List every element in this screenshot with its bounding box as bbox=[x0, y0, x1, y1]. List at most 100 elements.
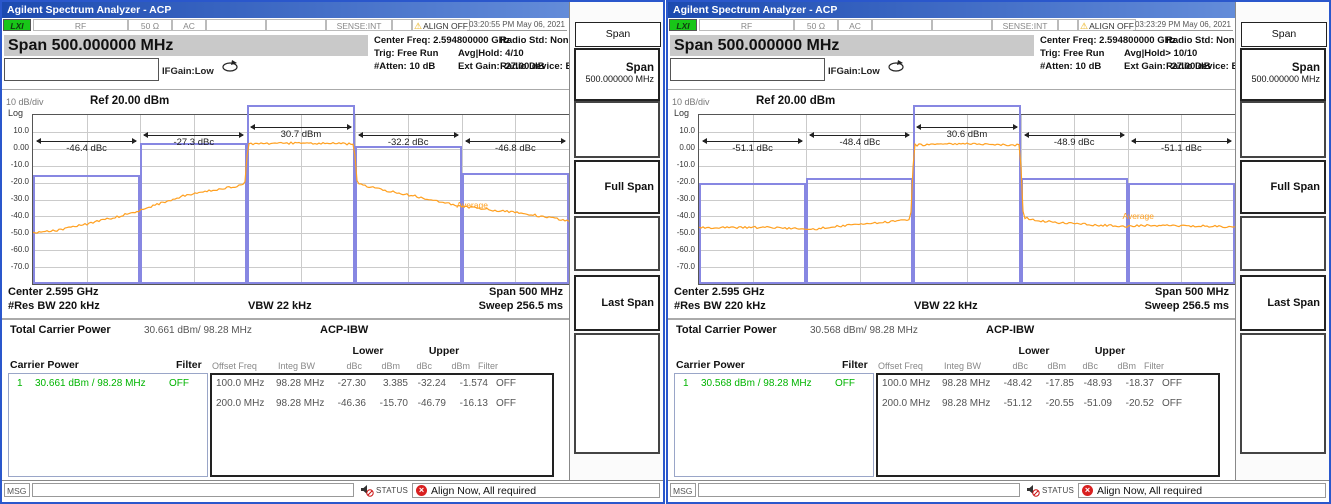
upper-group-header: Upper bbox=[414, 345, 474, 357]
entry-field[interactable] bbox=[670, 58, 825, 81]
status-label: STATUS bbox=[376, 486, 408, 495]
col-integ-bw: Integ BW bbox=[944, 361, 981, 371]
carrier-power-header: Carrier Power bbox=[676, 359, 745, 371]
upper-dbm-cell: -18.37 bbox=[1114, 378, 1154, 389]
integ-bw-cell: 98.28 MHz bbox=[942, 398, 996, 409]
filter-cell: OFF bbox=[1162, 398, 1182, 409]
total-carrier-power-value: 30.661 dBm/ 98.28 MHz bbox=[144, 325, 252, 336]
y-tick-label: -20.0 bbox=[677, 177, 695, 186]
window-title: Agilent Spectrum Analyzer - ACP bbox=[673, 4, 837, 16]
col-filter: Filter bbox=[478, 361, 498, 371]
lxi-badge: LXI bbox=[669, 19, 697, 31]
span-readout: Span 500 MHz bbox=[489, 286, 563, 298]
carrier-filter: OFF bbox=[835, 378, 855, 389]
filter-header: Filter bbox=[842, 359, 868, 371]
error-icon: × bbox=[1082, 485, 1093, 496]
softkey-full-span[interactable]: Full Span bbox=[574, 160, 660, 214]
status-rf: RF bbox=[699, 19, 794, 31]
softkey-blank-2[interactable] bbox=[1240, 216, 1326, 271]
res-bw-readout: #Res BW 220 kHz bbox=[674, 300, 766, 312]
y-tick-label: -50.0 bbox=[677, 228, 695, 237]
lxi-badge: LXI bbox=[3, 19, 31, 31]
active-function-readout: Span 500.000000 MHz bbox=[670, 35, 1034, 56]
total-carrier-power-value: 30.568 dBm/ 98.28 MHz bbox=[810, 325, 918, 336]
y-tick-label: -70.0 bbox=[677, 262, 695, 271]
col-integ-bw: Integ BW bbox=[278, 361, 315, 371]
status-strip: LXI RF 50 Ω AC SENSE:INT ⚠ALIGN OFF 03:2… bbox=[2, 19, 569, 33]
col-upper-dbm: dBm bbox=[436, 361, 470, 371]
lower-dbc-cell: -51.12 bbox=[994, 398, 1032, 409]
col-offset-freq: Offset Freq bbox=[212, 361, 257, 371]
message-bar: MSG STATUS × Align Now, All required bbox=[2, 480, 663, 501]
center-freq-readout: Center Freq: 2.594800000 GHz bbox=[374, 35, 510, 46]
measurement-arrows: -46.4 dBc-27.3 dBc30.7 dBm-32.2 dBc-46.8… bbox=[33, 115, 569, 284]
window-titlebar[interactable]: Agilent Spectrum Analyzer - ACP bbox=[668, 2, 1329, 18]
lower-dbc-cell: -27.30 bbox=[328, 378, 366, 389]
softkey-blank-2[interactable] bbox=[574, 216, 660, 271]
y-tick-label: -30.0 bbox=[11, 194, 29, 203]
screen: Agilent Spectrum Analyzer - ACP LXI RF 5… bbox=[0, 0, 1331, 504]
error-icon: × bbox=[416, 485, 427, 496]
y-tick-label: 10.0 bbox=[13, 126, 29, 135]
entry-field[interactable] bbox=[4, 58, 159, 81]
offset-freq-cell: 100.0 MHz bbox=[216, 378, 272, 389]
span-readout: Span 500 MHz bbox=[1155, 286, 1229, 298]
upper-dbc-cell: -46.79 bbox=[410, 398, 446, 409]
header-divider bbox=[2, 89, 569, 90]
softkey-blank-1[interactable] bbox=[1240, 101, 1326, 158]
status-coupling: AC bbox=[838, 19, 872, 31]
warning-icon: ⚠ bbox=[1080, 21, 1088, 31]
upper-dbc-cell: -51.09 bbox=[1076, 398, 1112, 409]
trace-name-label: Average bbox=[1122, 211, 1154, 221]
speaker-mute-icon bbox=[360, 484, 374, 497]
col-lower-dbm: dBm bbox=[1032, 361, 1066, 371]
status-message[interactable]: × Align Now, All required bbox=[1078, 483, 1326, 498]
y-tick-label: -10.0 bbox=[11, 160, 29, 169]
lower-group-header: Lower bbox=[338, 345, 398, 357]
total-carrier-power-label: Total Carrier Power bbox=[676, 324, 777, 336]
status-message[interactable]: × Align Now, All required bbox=[412, 483, 660, 498]
softkey-blank-1[interactable] bbox=[574, 101, 660, 158]
col-lower-dbc: dBc bbox=[998, 361, 1028, 371]
y-tick-label: 10.0 bbox=[679, 126, 695, 135]
message-bar: MSG STATUS × Align Now, All required bbox=[668, 480, 1329, 501]
col-lower-dbc: dBc bbox=[332, 361, 362, 371]
softkey-full-span[interactable]: Full Span bbox=[1240, 160, 1326, 214]
lower-dbm-cell: -17.85 bbox=[1034, 378, 1074, 389]
analyzer-window: Agilent Spectrum Analyzer - ACP LXI RF 5… bbox=[0, 0, 665, 504]
carrier-list: 1 30.661 dBm / 98.28 MHz OFF bbox=[8, 373, 208, 477]
sweep-readout: Sweep 256.5 ms bbox=[479, 300, 563, 312]
menu-title-span[interactable]: Span bbox=[575, 22, 661, 47]
softkey-blank-3[interactable] bbox=[1240, 333, 1326, 454]
if-gain-label: IFGain:Low bbox=[162, 66, 214, 77]
center-readout: Center 2.595 GHz bbox=[8, 286, 98, 298]
ref-level-label: Ref 20.00 dBm bbox=[90, 95, 169, 107]
softkey-last-span[interactable]: Last Span bbox=[574, 275, 660, 331]
status-align-off: ⚠ALIGN OFF bbox=[412, 19, 470, 31]
status-label: STATUS bbox=[1042, 486, 1074, 495]
lower-group-header: Lower bbox=[1004, 345, 1064, 357]
y-tick-label: -60.0 bbox=[11, 245, 29, 254]
softkey-blank-3[interactable] bbox=[574, 333, 660, 454]
col-upper-dbc: dBc bbox=[1068, 361, 1098, 371]
window-titlebar[interactable]: Agilent Spectrum Analyzer - ACP bbox=[2, 2, 663, 18]
y-tick-label: 0.00 bbox=[13, 143, 29, 152]
softkey-span[interactable]: Span 500.000000 MHz bbox=[1240, 48, 1326, 101]
clock: 03:20:55 PM May 06, 2021 bbox=[467, 20, 567, 31]
speaker-mute-icon bbox=[1026, 484, 1040, 497]
warning-icon: ⚠ bbox=[414, 21, 422, 31]
acp-ibw-label: ACP-IBW bbox=[320, 324, 368, 336]
y-tick-label: -30.0 bbox=[677, 194, 695, 203]
col-filter: Filter bbox=[1144, 361, 1164, 371]
menu-title-span[interactable]: Span bbox=[1241, 22, 1327, 47]
carrier-index: 1 bbox=[683, 378, 689, 389]
softkey-span[interactable]: Span 500.000000 MHz bbox=[574, 48, 660, 101]
col-upper-dbc: dBc bbox=[402, 361, 432, 371]
upper-dbc-cell: -32.24 bbox=[410, 378, 446, 389]
softkey-last-span[interactable]: Last Span bbox=[1240, 275, 1326, 331]
y-tick-label: -70.0 bbox=[11, 262, 29, 271]
trigger-readout: Trig: Free Run bbox=[1040, 48, 1104, 59]
upper-dbm-cell: -20.52 bbox=[1114, 398, 1154, 409]
offset-freq-cell: 200.0 MHz bbox=[216, 398, 272, 409]
y-tick-label: 0.00 bbox=[679, 143, 695, 152]
